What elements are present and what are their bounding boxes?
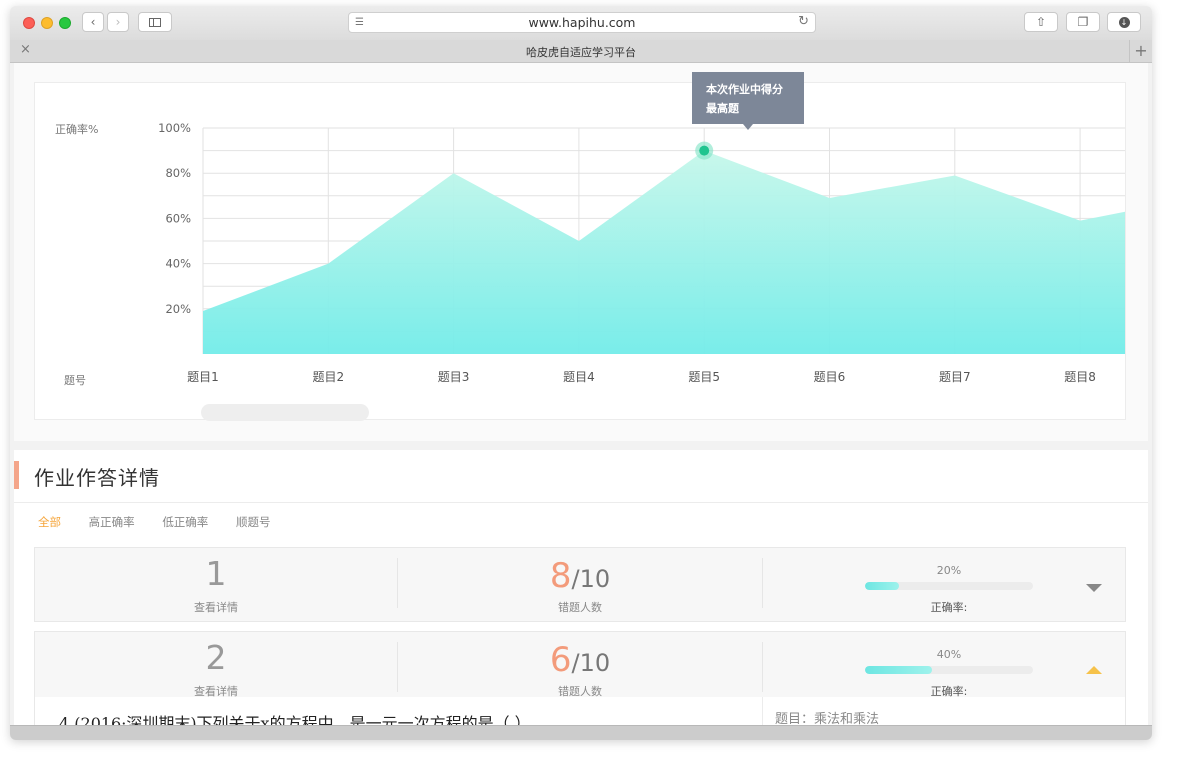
new-tab-button[interactable]: + (1129, 40, 1152, 62)
zoom-window-button[interactable] (59, 17, 71, 29)
divider (762, 558, 763, 608)
accuracy-progress-bar (865, 582, 1033, 590)
chart-scroll-thumb[interactable] (201, 404, 369, 421)
divider (397, 558, 398, 608)
tooltip-line-1: 本次作业中得分 (706, 83, 783, 96)
address-bar[interactable]: ☰ www.hapihu.com ↻ (348, 12, 816, 33)
x-tick-label: 题目5 (688, 370, 720, 384)
filter-high-accuracy[interactable]: 高正确率 (89, 515, 135, 529)
wrong-number: 8 (549, 556, 572, 596)
browser-bottom-bar (10, 725, 1152, 740)
section-accent-bar (14, 461, 19, 489)
x-tick-label: 题目4 (563, 370, 595, 384)
question-number: 2 (205, 638, 227, 677)
question-card-1[interactable]: 1 查看详情 8/10 错题人数 20% 正确率: (34, 547, 1126, 622)
question-text: 4.(2016·深圳期末)下列关于x的方程中，是一元一次方程的是（ ） (59, 714, 531, 725)
y-tick-label: 60% (165, 211, 191, 225)
accuracy-percent: 40% (936, 648, 962, 661)
tabs-overview-button[interactable]: ❐ (1066, 12, 1100, 32)
chevron-left-icon: ‹ (90, 15, 96, 29)
back-button[interactable]: ‹ (82, 12, 104, 32)
y-tick-label: 80% (165, 166, 191, 180)
filter-all[interactable]: 全部 (38, 515, 61, 529)
divider (397, 642, 398, 692)
download-icon: ↓ (1118, 16, 1130, 28)
total-number: /10 (571, 565, 611, 593)
answer-details-section: 作业作答详情 全部 高正确率 低正确率 顺题号 1 查看详情 8/10 错题人数… (14, 450, 1148, 725)
x-tick-label: 题目3 (438, 370, 470, 384)
y-tick-label: 100% (158, 121, 191, 135)
question-2-expanded: 4.(2016·深圳期末)下列关于x的方程中，是一元一次方程的是（ ） 题目：乘… (34, 697, 1126, 725)
url-text: www.hapihu.com (528, 15, 636, 30)
y-tick-label: 20% (165, 302, 191, 316)
browser-window: ‹ › ☰ www.hapihu.com ↻ ⇧ ❐ ↓ × 哈皮虎自适应学习平… (10, 6, 1152, 740)
wrong-count: 8/10 (399, 556, 761, 596)
accuracy-progress-bar (865, 666, 1033, 674)
question-card-2[interactable]: 2 查看详情 6/10 错题人数 40% 正确率: (34, 631, 1126, 706)
highest-score-tooltip: 本次作业中得分 最高题 (692, 72, 804, 130)
section-title: 作业作答详情 (34, 466, 160, 490)
downloads-button[interactable]: ↓ (1107, 12, 1141, 32)
reload-icon[interactable]: ↻ (798, 14, 809, 29)
accuracy-area-chart: 100% 80% 60% 40% 20% 题目1 题目2 题目3 题目4 题目5 题目6 题目7 题目… (158, 121, 1125, 384)
wrong-count: 6/10 (399, 640, 761, 680)
tabs-icon: ❐ (1077, 15, 1089, 29)
wrong-number: 6 (549, 640, 572, 680)
collapse-arrow-icon[interactable] (1086, 666, 1102, 674)
sidebar-icon (149, 17, 161, 27)
x-tick-label: 题目2 (312, 370, 344, 384)
section-divider (14, 502, 1148, 503)
total-number: /10 (571, 649, 611, 677)
filter-low-accuracy[interactable]: 低正确率 (162, 515, 208, 529)
divider (762, 642, 763, 692)
view-details-link[interactable]: 查看详情 (35, 599, 397, 615)
accuracy-label: 正确率: (930, 601, 968, 614)
accuracy-progress-fill (865, 582, 899, 590)
chevron-right-icon: › (115, 15, 121, 29)
divider (762, 697, 763, 725)
x-tick-label: 题目7 (939, 370, 971, 384)
y-tick-label: 40% (165, 257, 191, 271)
close-window-button[interactable] (23, 17, 35, 29)
question-topic: 题目：乘法和乘法 (775, 712, 880, 725)
tab-title[interactable]: 哈皮虎自适应学习平台 (10, 44, 1152, 60)
accuracy-area (203, 150, 1125, 354)
page-content: 正确率% 题号 100% 80% 60% 40% 20% 题目1 题目2 题目3 题目4 题目5… (10, 63, 1152, 725)
x-tick-label: 题目1 (187, 370, 219, 384)
accuracy-percent: 20% (936, 564, 962, 577)
x-tick-label: 题目6 (814, 370, 846, 384)
question-number: 1 (205, 554, 227, 593)
minimize-window-button[interactable] (41, 17, 53, 29)
x-tick-label: 题目8 (1064, 370, 1096, 384)
accuracy-progress-fill (865, 666, 933, 674)
sort-filters: 全部 高正确率 低正确率 顺题号 (38, 514, 294, 530)
share-icon: ⇧ (1035, 15, 1047, 29)
highlight-point (699, 145, 710, 156)
sidebar-toggle-button[interactable] (138, 12, 172, 32)
browser-toolbar: ‹ › ☰ www.hapihu.com ↻ ⇧ ❐ ↓ (10, 6, 1152, 41)
accuracy-chart-card: 正确率% 题号 100% 80% 60% 40% 20% 题目1 题目2 题目3 题目4 题目5… (34, 72, 1126, 421)
chart-section: 正确率% 题号 100% 80% 60% 40% 20% 题目1 题目2 题目3 题目4 题目5… (14, 63, 1148, 441)
tooltip-line-2: 最高题 (706, 102, 739, 115)
wrong-count-label: 错题人数 (558, 601, 602, 614)
filter-question-order[interactable]: 顺题号 (236, 515, 271, 529)
tab-bar: × 哈皮虎自适应学习平台 + (10, 40, 1152, 63)
forward-button[interactable]: › (107, 12, 129, 32)
share-button[interactable]: ⇧ (1024, 12, 1058, 32)
expand-arrow-icon[interactable] (1086, 584, 1102, 592)
